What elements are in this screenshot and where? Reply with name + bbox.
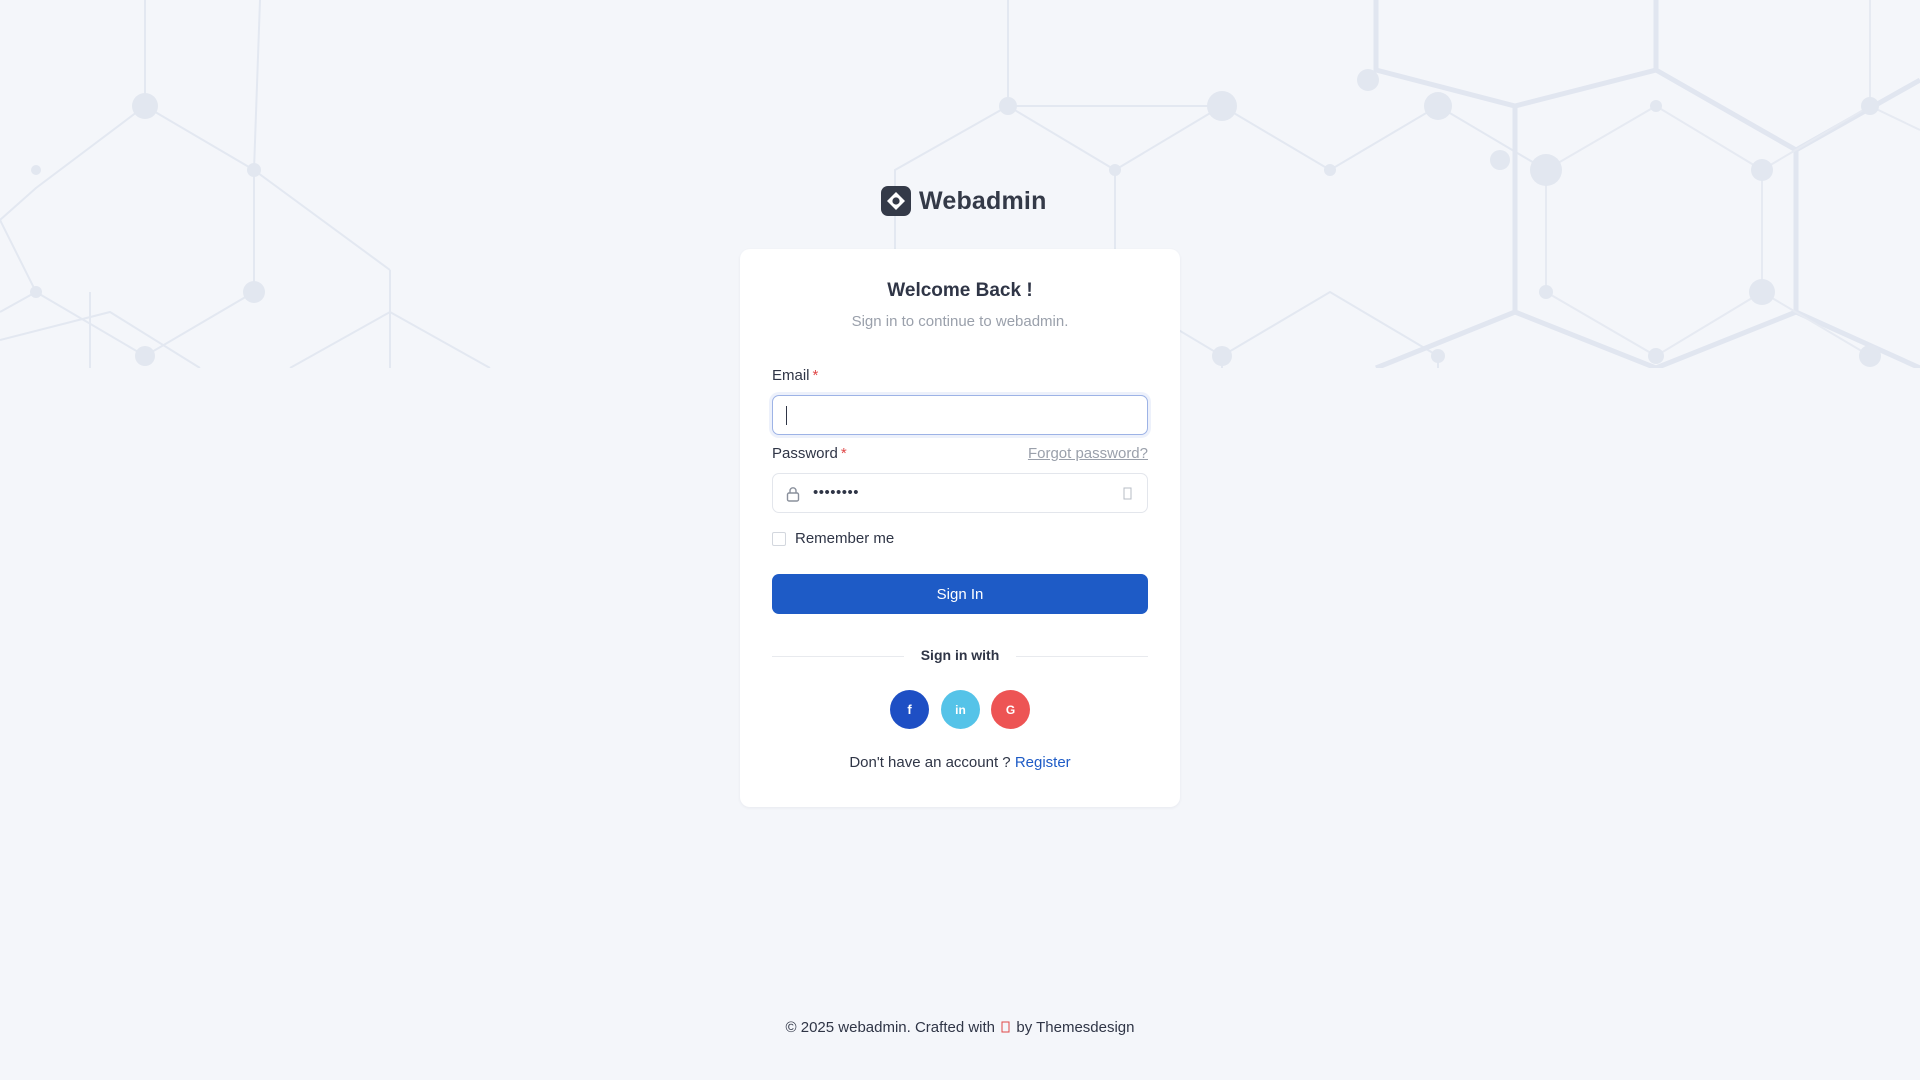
footer: © 2025 webadmin. Crafted with by Themesd… [0, 1019, 1920, 1036]
email-label: Email * [772, 367, 818, 384]
brand-logo[interactable]: Webadmin [881, 184, 1047, 218]
brand-name: Webadmin [919, 186, 1047, 215]
remember-me-label[interactable]: Remember me [795, 530, 894, 547]
footer-prefix: © 2025 webadmin. Crafted with [785, 1019, 996, 1036]
text-caret [786, 406, 787, 425]
register-link[interactable]: Register [1015, 754, 1071, 771]
linkedin-icon: in [955, 702, 966, 717]
welcome-subtitle: Sign in to continue to webadmin. [851, 313, 1069, 330]
webadmin-logo-icon [881, 186, 911, 216]
register-prompt: Don't have an account ? Register [0, 754, 1920, 771]
email-label-text: Email [772, 367, 810, 384]
remember-me-checkbox[interactable] [772, 531, 786, 546]
eye-icon[interactable] [1121, 486, 1135, 502]
linkedin-button[interactable]: in [941, 690, 980, 729]
password-required-mark: * [840, 445, 847, 462]
password-value: •••••••• [813, 484, 860, 501]
sign-in-button[interactable]: Sign In [772, 574, 1148, 614]
password-field[interactable]: •••••••• [772, 473, 1148, 513]
register-text: Don't have an account ? [849, 754, 1011, 771]
forgot-password-link[interactable]: Forgot password? [1028, 445, 1148, 462]
heart-icon [1001, 1021, 1010, 1033]
password-label-text: Password [772, 445, 838, 462]
email-field[interactable] [772, 395, 1148, 435]
google-button[interactable]: G [991, 690, 1030, 729]
facebook-button[interactable]: f [890, 690, 929, 729]
welcome-title: Welcome Back ! [887, 280, 1033, 301]
lock-icon [786, 487, 800, 502]
remember-me[interactable]: Remember me [772, 530, 894, 547]
facebook-icon: f [907, 702, 912, 717]
social-heading: Sign in with [920, 647, 1000, 663]
email-required-mark: * [812, 367, 819, 384]
footer-suffix: by Themesdesign [1016, 1019, 1135, 1036]
google-icon: G [1005, 702, 1016, 717]
password-label: Password * [772, 445, 847, 462]
